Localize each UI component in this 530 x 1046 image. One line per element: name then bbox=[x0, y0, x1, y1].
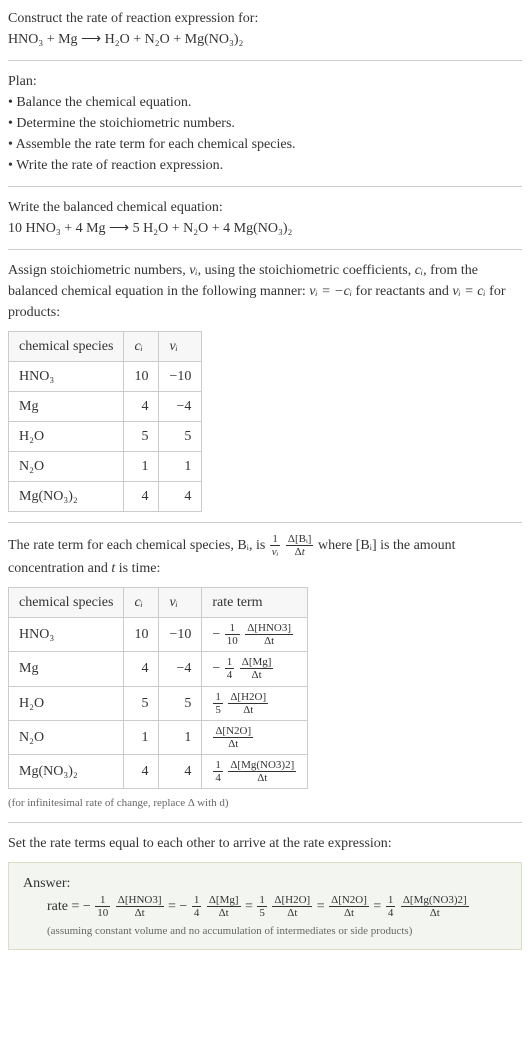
plan-item: • Determine the stoichiometric numbers. bbox=[8, 113, 522, 134]
table-row: HNO₃ 10 −10 − 110 Δ[HNO3]Δt bbox=[9, 618, 308, 652]
col-nui: νᵢ bbox=[159, 332, 202, 362]
rate-cell: 15 Δ[H2O]Δt bbox=[202, 686, 308, 720]
table-row: H₂O55 bbox=[9, 422, 202, 452]
divider bbox=[8, 822, 522, 823]
intro-equation: HNO₃ + Mg ⟶ H₂O + N₂O + Mg(NO₃)₂ bbox=[8, 29, 522, 50]
table-row: Mg4−4 bbox=[9, 392, 202, 422]
divider bbox=[8, 60, 522, 61]
set-equal-text: Set the rate terms equal to each other t… bbox=[8, 833, 522, 854]
rate-cell: − 110 Δ[HNO3]Δt bbox=[202, 618, 308, 652]
col-species: chemical species bbox=[9, 588, 124, 618]
answer-box: Answer: rate = − 110 Δ[HNO3]Δt = − 14 Δ[… bbox=[8, 862, 522, 951]
col-species: chemical species bbox=[9, 332, 124, 362]
plan-section: Plan: • Balance the chemical equation. •… bbox=[8, 71, 522, 176]
stoich-table: chemical species cᵢ νᵢ HNO₃10−10 Mg4−4 H… bbox=[8, 331, 202, 512]
divider bbox=[8, 522, 522, 523]
plan-item: • Balance the chemical equation. bbox=[8, 92, 522, 113]
intro-prompt: Construct the rate of reaction expressio… bbox=[8, 8, 522, 29]
rateterm-table: chemical species cᵢ νᵢ rate term HNO₃ 10… bbox=[8, 587, 308, 789]
rateterm-text: The rate term for each chemical species,… bbox=[8, 533, 522, 579]
intro-section: Construct the rate of reaction expressio… bbox=[8, 8, 522, 50]
frac-1-over-nu: 1νᵢ bbox=[270, 533, 281, 558]
answer-note: (assuming constant volume and no accumul… bbox=[47, 923, 507, 940]
table-header-row: chemical species cᵢ νᵢ rate term bbox=[9, 588, 308, 618]
col-ci: cᵢ bbox=[124, 588, 159, 618]
frac-dBi-dt: Δ[Bᵢ]Δt bbox=[286, 533, 314, 558]
table-row: Mg(NO₃)₂ 4 4 14 Δ[Mg(NO3)2]Δt bbox=[9, 754, 308, 788]
divider bbox=[8, 186, 522, 187]
table-header-row: chemical species cᵢ νᵢ bbox=[9, 332, 202, 362]
rate-cell: 14 Δ[Mg(NO3)2]Δt bbox=[202, 754, 308, 788]
answer-title: Answer: bbox=[23, 873, 507, 894]
table-row: Mg 4 −4 − 14 Δ[Mg]Δt bbox=[9, 652, 308, 686]
plan-item: • Assemble the rate term for each chemic… bbox=[8, 134, 522, 155]
plan-title: Plan: bbox=[8, 71, 522, 92]
table-row: HNO₃10−10 bbox=[9, 362, 202, 392]
balanced-title: Write the balanced chemical equation: bbox=[8, 197, 522, 218]
infinitesimal-note: (for infinitesimal rate of change, repla… bbox=[8, 795, 522, 812]
answer-expression: rate = − 110 Δ[HNO3]Δt = − 14 Δ[Mg]Δt = … bbox=[47, 894, 507, 919]
table-row: N₂O 1 1 Δ[N2O]Δt bbox=[9, 720, 308, 754]
assign-section: Assign stoichiometric numbers, νᵢ, using… bbox=[8, 260, 522, 323]
col-rateterm: rate term bbox=[202, 588, 308, 618]
balanced-section: Write the balanced chemical equation: 10… bbox=[8, 197, 522, 239]
table-row: H₂O 5 5 15 Δ[H2O]Δt bbox=[9, 686, 308, 720]
table-row: N₂O11 bbox=[9, 452, 202, 482]
col-ci: cᵢ bbox=[124, 332, 159, 362]
divider bbox=[8, 249, 522, 250]
rate-cell: Δ[N2O]Δt bbox=[202, 720, 308, 754]
col-nui: νᵢ bbox=[159, 588, 202, 618]
balanced-equation: 10 HNO₃ + 4 Mg ⟶ 5 H₂O + N₂O + 4 Mg(NO₃)… bbox=[8, 218, 522, 239]
table-row: Mg(NO₃)₂44 bbox=[9, 482, 202, 512]
plan-item: • Write the rate of reaction expression. bbox=[8, 155, 522, 176]
rate-cell: − 14 Δ[Mg]Δt bbox=[202, 652, 308, 686]
